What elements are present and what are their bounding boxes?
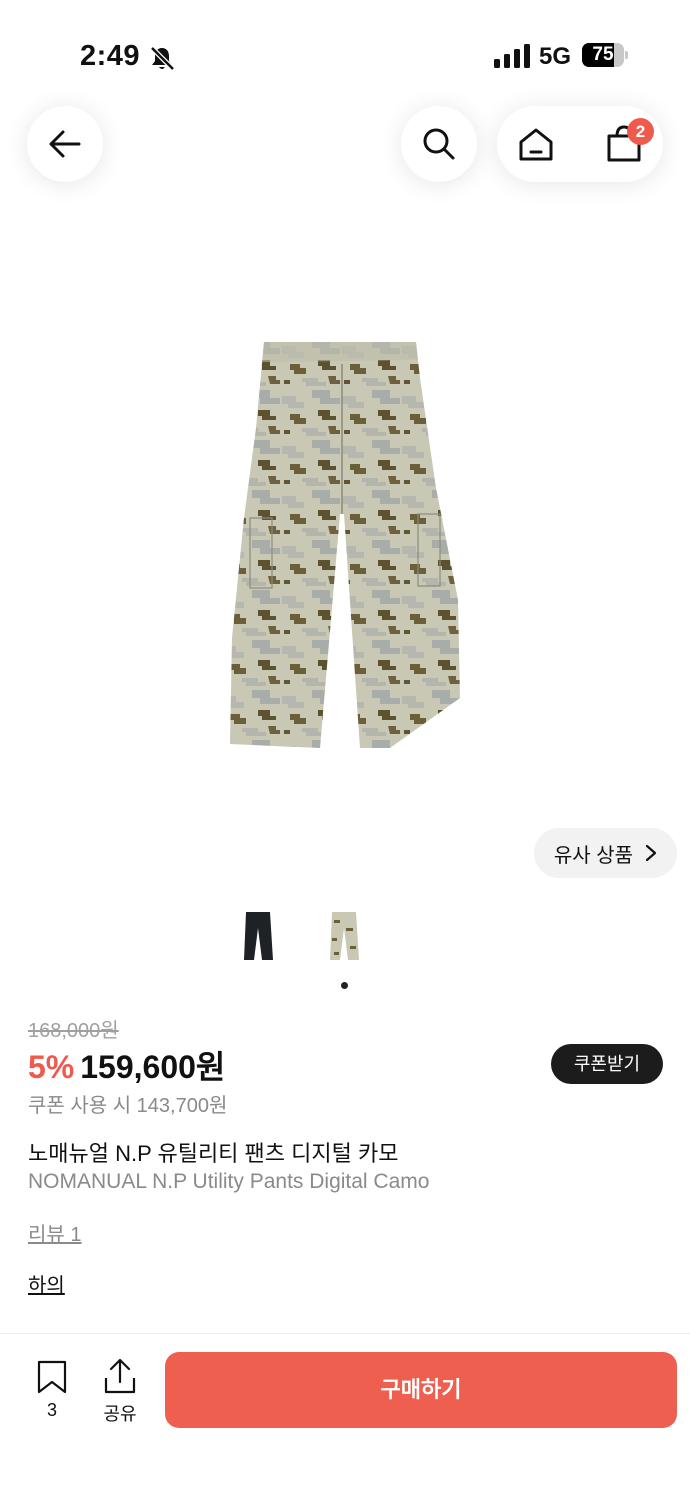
status-bar: 2:49 5G 75 [0, 0, 690, 100]
coupon-price: 쿠폰 사용 시 143,700원 [28, 1095, 228, 1117]
home-button[interactable] [497, 106, 577, 182]
battery-icon: 75 [582, 43, 628, 67]
original-price: 168,000원 [28, 1020, 119, 1042]
bottom-divider [0, 1333, 690, 1334]
signal-icon [494, 44, 530, 68]
category-link[interactable]: 하의 [28, 1269, 65, 1298]
battery-level: 75 [592, 44, 614, 65]
share-button[interactable]: 공유 [96, 1358, 144, 1426]
arrow-left-icon [49, 130, 81, 158]
product-title: 노매뉴얼 N.P 유틸리티 팬츠 디지털 카모 [28, 1141, 399, 1166]
back-button[interactable] [27, 106, 103, 182]
network-type: 5G [539, 43, 572, 70]
product-title-english: NOMANUAL N.P Utility Pants Digital Camo [28, 1170, 430, 1193]
thumbnail-camo[interactable] [326, 908, 362, 964]
home-icon [519, 128, 553, 161]
similar-products-button[interactable]: 유사 상품 [534, 828, 677, 878]
status-time: 2:49 [80, 40, 141, 72]
bookmark-icon [37, 1360, 67, 1394]
product-image[interactable] [222, 338, 468, 754]
share-icon [104, 1358, 136, 1394]
chevron-right-icon [645, 844, 657, 862]
search-button[interactable] [401, 106, 477, 182]
buy-button[interactable]: 구매하기 [165, 1352, 677, 1428]
price-row: 5% 159,600원 [28, 1042, 225, 1088]
share-label: 공유 [103, 1404, 137, 1424]
bell-slash-icon [150, 46, 175, 71]
sale-price: 159,600원 [80, 1049, 226, 1085]
review-link[interactable]: 리뷰 1 [28, 1218, 81, 1247]
bookmark-button[interactable]: 3 [26, 1360, 78, 1421]
bookmark-count: 3 [46, 1400, 57, 1420]
cart-badge: 2 [627, 118, 654, 145]
carousel-indicator [341, 982, 348, 989]
cart-button[interactable] [583, 106, 663, 182]
search-icon [423, 128, 455, 160]
discount-rate: 5% [28, 1049, 75, 1085]
similar-products-label: 유사 상품 [553, 844, 634, 867]
coupon-button[interactable]: 쿠폰받기 [551, 1044, 663, 1084]
thumbnail-black[interactable] [240, 908, 276, 964]
